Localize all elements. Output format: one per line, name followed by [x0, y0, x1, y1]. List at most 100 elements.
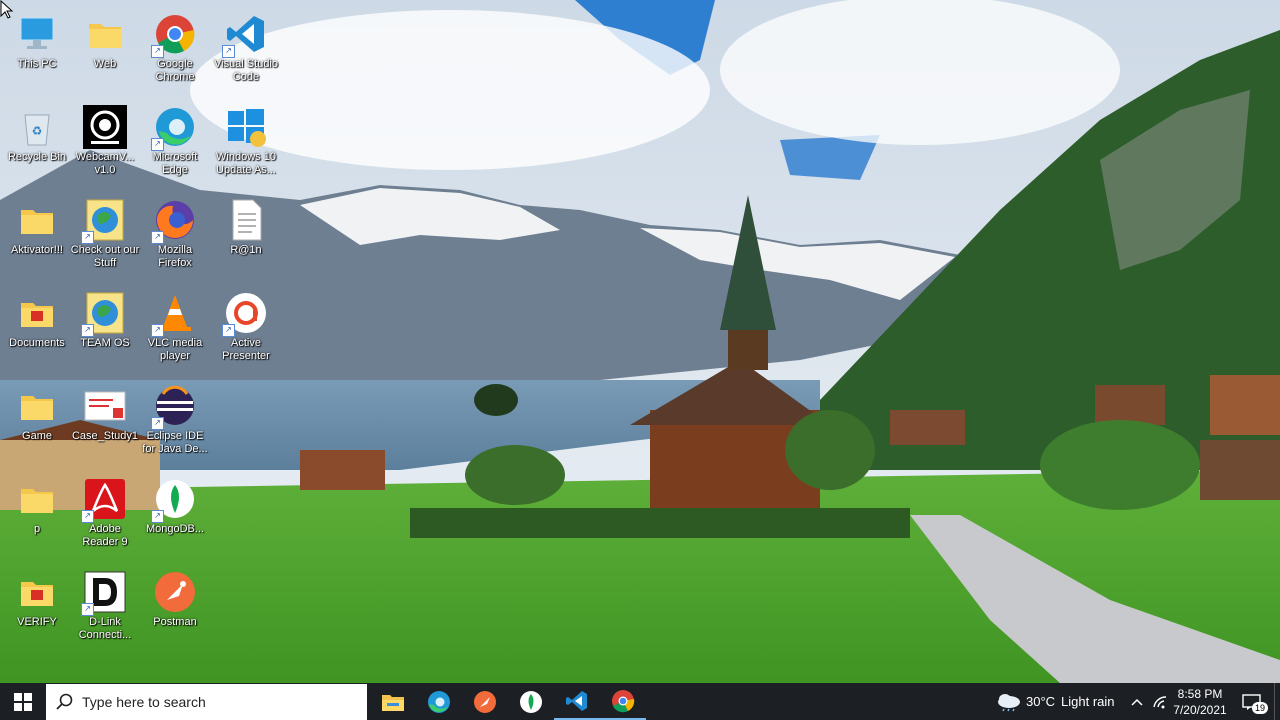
icon-label: Active Presenter	[222, 337, 270, 362]
weather-widget[interactable]: 30°C Light rain	[990, 683, 1120, 720]
icon-label: Game	[22, 430, 52, 442]
icon-label: Microsoft Edge	[152, 151, 198, 176]
mouse-cursor-icon	[0, 0, 14, 19]
vlc-icon: ↗	[151, 291, 197, 337]
start-button[interactable]	[0, 683, 46, 720]
network-button[interactable]	[1148, 683, 1172, 720]
taskbar-mongodb[interactable]	[508, 683, 554, 720]
shortcut-arrow-icon: ↗	[81, 231, 94, 244]
folder-icon	[15, 198, 59, 242]
icon-label: Mozilla Firefox	[157, 244, 193, 269]
desktop-icon-adobe-reader[interactable]: ↗ Adobe Reader 9	[68, 473, 142, 563]
desktop-icon-dlink[interactable]: ↗ D-Link Connecti...	[68, 566, 142, 656]
icon-label: p	[33, 523, 41, 535]
postman-icon	[153, 570, 197, 614]
edge-icon: ↗	[151, 105, 197, 151]
desktop-icon-r1n[interactable]: R@1n	[209, 194, 283, 284]
desktop-icon-postman[interactable]: Postman	[138, 566, 212, 656]
chevron-up-icon	[1131, 698, 1143, 706]
dlink-icon: ↗	[81, 570, 127, 616]
icon-label: VLC media player	[147, 337, 203, 362]
desktop-icon-eclipse[interactable]: ↗ Eclipse IDE for Java De...	[138, 380, 212, 470]
icon-label: MongoDB...	[145, 523, 205, 535]
show-desktop-button[interactable]	[1274, 683, 1280, 720]
desktop-icon-check-out-our-stuff[interactable]: ↗ Check out our Stuff	[68, 194, 142, 284]
windows-update-icon	[224, 105, 268, 149]
clock-time: 8:58 PM	[1177, 687, 1223, 701]
desktop-icon-firefox[interactable]: ↗ Mozilla Firefox	[138, 194, 212, 284]
desktop-icon-p[interactable]: p	[0, 473, 74, 563]
mongodb-icon	[520, 690, 542, 713]
icon-label: Postman	[153, 616, 197, 628]
desktop-icon-web[interactable]: Web	[68, 8, 142, 98]
file-explorer-icon	[382, 694, 404, 711]
desktop-icon-documents[interactable]: Documents	[0, 287, 74, 377]
taskbar-search-box[interactable]: Type here to search	[46, 684, 367, 720]
notification-count-badge: 19	[1252, 702, 1269, 714]
icon-label: Windows 10 Update As...	[216, 151, 276, 176]
document-icon	[83, 384, 127, 428]
weather-condition: Light rain	[1061, 694, 1115, 709]
desktop-icon-microsoft-edge[interactable]: ↗ Microsoft Edge	[138, 101, 212, 191]
icon-label: WebcamV... v1.0	[75, 151, 135, 176]
shortcut-arrow-icon: ↗	[81, 324, 94, 337]
adobe-reader-icon: ↗	[81, 477, 127, 523]
desktop-icon-recycle-bin[interactable]: ♻ Recycle Bin	[0, 101, 74, 191]
search-icon	[56, 693, 73, 710]
shortcut-arrow-icon: ↗	[151, 324, 164, 337]
show-hidden-icons-button[interactable]	[1126, 683, 1148, 720]
icon-label: D-Link Connecti...	[78, 616, 132, 641]
desktop-icon-game[interactable]: Game	[0, 380, 74, 470]
chrome-icon: ↗	[151, 12, 197, 58]
taskbar: Type here to search 30°C Light rain 8:58…	[0, 683, 1280, 720]
desktop-icon-team-os[interactable]: ↗ TEAM OS	[68, 287, 142, 377]
icon-label: VERIFY	[17, 616, 57, 628]
desktop[interactable]: This PC Web ↗ Google Chrome ↗ Visual Stu…	[0, 0, 1280, 683]
desktop-icon-webcam[interactable]: WebcamV... v1.0	[68, 101, 142, 191]
icon-label: Adobe Reader 9	[82, 523, 128, 548]
icon-label: Visual Studio Code	[213, 58, 278, 83]
mongodb-icon: ↗	[151, 477, 197, 523]
desktop-icon-case-study[interactable]: Case_Study1	[68, 380, 142, 470]
folder-icon	[15, 384, 59, 428]
taskbar-postman[interactable]	[462, 683, 508, 720]
search-placeholder: Type here to search	[82, 694, 206, 710]
weather-temperature: 30°C	[1026, 694, 1056, 709]
edge-icon	[428, 690, 450, 713]
desktop-icon-verify[interactable]: VERIFY	[0, 566, 74, 656]
shortcut-arrow-icon: ↗	[222, 45, 235, 58]
web-shortcut-icon: ↗	[81, 198, 127, 244]
desktop-icon-vlc[interactable]: ↗ VLC media player	[138, 287, 212, 377]
icon-label: Aktivator!!!	[11, 244, 63, 256]
taskbar-file-explorer[interactable]	[370, 683, 416, 720]
windows-start-icon	[14, 692, 32, 711]
action-center-button[interactable]: 19	[1234, 683, 1270, 720]
clock-date: 7/20/2021	[1173, 703, 1227, 717]
desktop-icon-aktivator[interactable]: Aktivator!!!	[0, 194, 74, 284]
postman-icon	[474, 690, 496, 713]
firefox-icon: ↗	[151, 198, 197, 244]
webcam-icon	[83, 105, 127, 149]
taskbar-edge[interactable]	[416, 683, 462, 720]
shortcut-arrow-icon: ↗	[151, 138, 164, 151]
desktop-icon-vscode[interactable]: ↗ Visual Studio Code	[209, 8, 283, 98]
shortcut-arrow-icon: ↗	[151, 417, 164, 430]
system-clock[interactable]: 8:58 PM 7/20/2021	[1170, 683, 1230, 720]
activepresenter-icon: ↗	[222, 291, 268, 337]
taskbar-vscode[interactable]	[554, 683, 600, 720]
taskbar-chrome[interactable]	[600, 683, 646, 720]
desktop-icon-this-pc[interactable]: This PC	[0, 8, 74, 98]
desktop-icon-google-chrome[interactable]: ↗ Google Chrome	[138, 8, 212, 98]
shortcut-arrow-icon: ↗	[222, 324, 235, 337]
wifi-icon	[1153, 695, 1167, 708]
desktop-icon-active-presenter[interactable]: ↗ Active Presenter	[209, 287, 283, 377]
icon-label: Documents	[9, 337, 65, 349]
icon-label: Case_Study1	[71, 430, 139, 442]
desktop-icon-mongodb[interactable]: ↗ MongoDB...	[138, 473, 212, 563]
this-pc-icon	[15, 12, 59, 56]
shortcut-arrow-icon: ↗	[151, 510, 164, 523]
icon-label: Google Chrome	[155, 58, 195, 83]
desktop-icon-windows-update[interactable]: Windows 10 Update As...	[209, 101, 283, 191]
icon-label: Recycle Bin	[7, 151, 67, 163]
icon-label: R@1n	[230, 244, 262, 256]
